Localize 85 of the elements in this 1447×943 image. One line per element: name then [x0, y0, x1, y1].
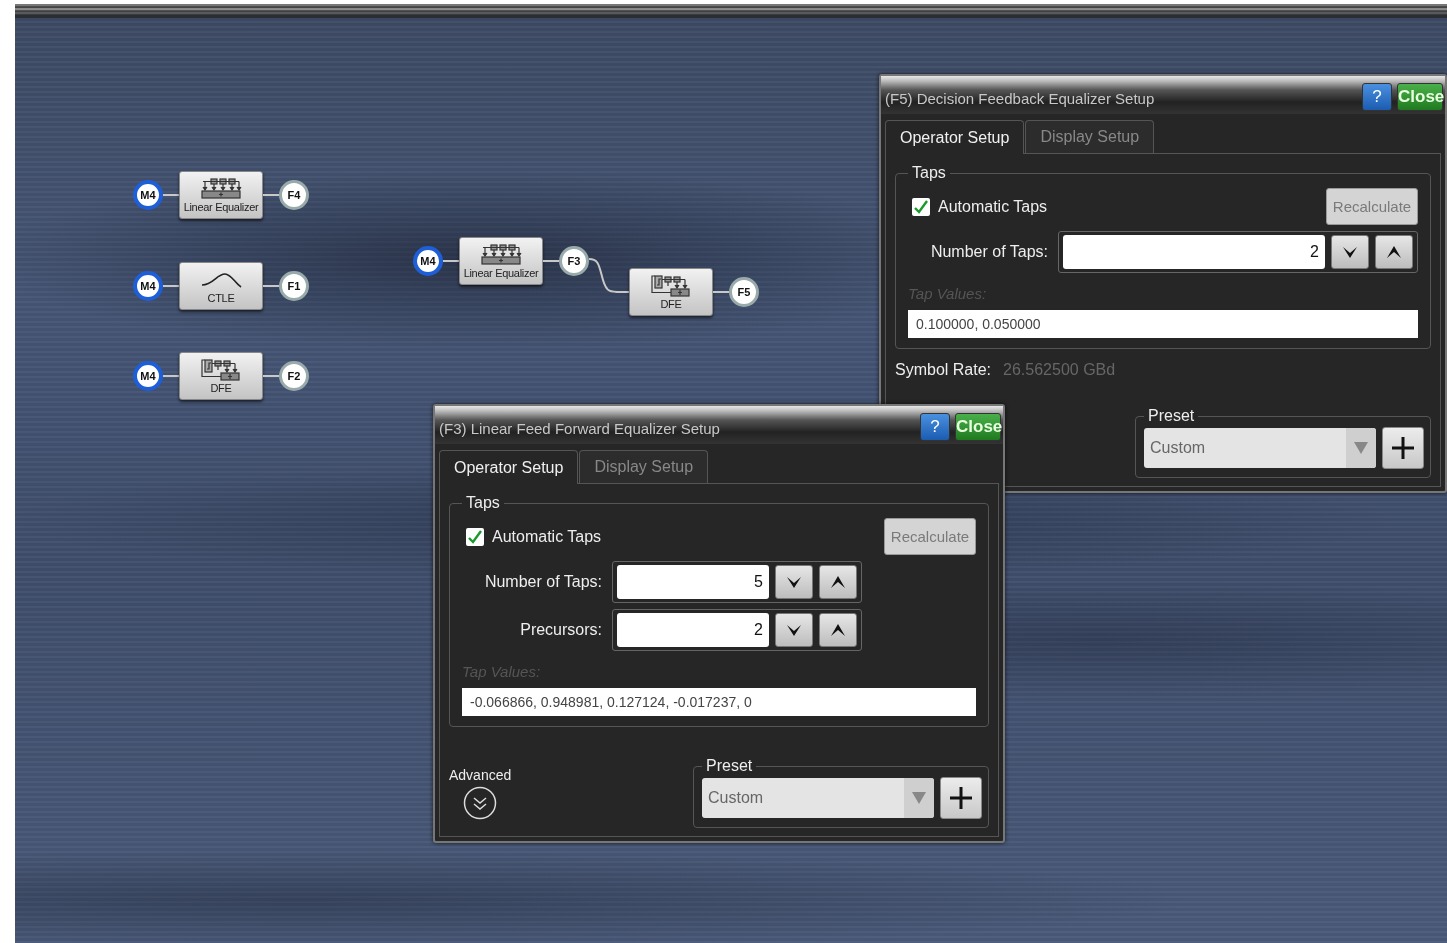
- symbol-rate-value: 26.562500 GBd: [1003, 361, 1116, 379]
- source-node[interactable]: M4: [133, 180, 163, 210]
- chevron-down-icon: [785, 574, 803, 590]
- checkbox-label: Automatic Taps: [938, 197, 1048, 216]
- decrement-button[interactable]: [1331, 235, 1369, 269]
- source-node[interactable]: M4: [133, 271, 163, 301]
- block-label: DFE: [210, 381, 232, 394]
- preset-dropdown[interactable]: Custom: [702, 778, 934, 818]
- checkbox[interactable]: [912, 197, 930, 216]
- close-button[interactable]: Close: [955, 413, 1001, 441]
- block-label: Linear Equalizer: [463, 266, 539, 279]
- output-node[interactable]: F4: [279, 180, 309, 210]
- checkbox[interactable]: [466, 527, 484, 546]
- number-spinner[interactable]: 2: [1058, 231, 1418, 273]
- group-heading: Preset: [1147, 407, 1196, 425]
- increment-button[interactable]: [819, 565, 857, 599]
- block-label: DFE: [660, 297, 682, 310]
- connector-line: [543, 257, 559, 265]
- plus-icon: [949, 786, 973, 810]
- add-button[interactable]: [940, 777, 982, 819]
- connector-line: [443, 257, 459, 265]
- connector-line: [163, 372, 179, 380]
- equalizer-block[interactable]: Linear Equalizer: [179, 171, 263, 219]
- number-field[interactable]: 2: [617, 613, 769, 647]
- chevron-down-icon: [785, 622, 803, 638]
- group-heading: Preset: [705, 757, 754, 775]
- tab[interactable]: Display Setup: [579, 450, 709, 483]
- tap-filter-icon: [199, 177, 243, 200]
- equalizer-block[interactable]: Linear Equalizer: [459, 237, 543, 285]
- increment-button[interactable]: [819, 613, 857, 647]
- help-button[interactable]: ?: [920, 413, 950, 441]
- source-node[interactable]: M4: [413, 246, 443, 276]
- expand-icon[interactable]: [463, 786, 498, 820]
- output-node[interactable]: F5: [729, 277, 759, 307]
- checkmark-icon: [468, 529, 482, 544]
- checkmark-icon: [914, 199, 928, 214]
- number-field[interactable]: 2: [1063, 235, 1325, 269]
- source-node[interactable]: M4: [133, 361, 163, 391]
- tab[interactable]: Operator Setup: [885, 120, 1025, 154]
- chevron-down-icon: [1341, 244, 1359, 260]
- number-spinner[interactable]: 2: [612, 609, 862, 651]
- connector-line: [263, 282, 279, 290]
- group-heading: Taps: [911, 164, 947, 182]
- output-node[interactable]: F2: [279, 361, 309, 391]
- tab[interactable]: Operator Setup: [439, 450, 579, 484]
- equalizer-block[interactable]: DFE: [629, 268, 713, 316]
- tap-filter-icon: [479, 243, 523, 266]
- equalizer-block[interactable]: CTLE: [179, 262, 263, 310]
- chevron-up-icon: [829, 574, 847, 590]
- connector-line: [263, 372, 279, 380]
- field-label: Symbol Rate:: [895, 361, 992, 379]
- number-spinner[interactable]: 5: [612, 561, 862, 603]
- output-node[interactable]: F1: [279, 271, 309, 301]
- dialog-title: (F3) Linear Feed Forward Equalizer Setup: [439, 418, 721, 437]
- chevron-up-icon: [829, 622, 847, 638]
- tab[interactable]: Display Setup: [1025, 120, 1155, 153]
- plus-icon: [1391, 436, 1415, 460]
- field-label: Precursors:: [519, 621, 602, 639]
- caret-down-icon: [911, 791, 927, 805]
- caret-down-icon: [1353, 441, 1369, 455]
- number-field[interactable]: 5: [617, 565, 769, 599]
- connector-line: [713, 288, 729, 296]
- decrement-button[interactable]: [775, 565, 813, 599]
- dialog-title: (F5) Decision Feedback Equalizer Setup: [885, 88, 1156, 107]
- connector-line: [263, 191, 279, 199]
- help-button[interactable]: ?: [1362, 83, 1392, 111]
- field-label: Number of Taps:: [483, 573, 602, 591]
- decrement-button[interactable]: [775, 613, 813, 647]
- add-button[interactable]: [1382, 427, 1424, 469]
- block-label: Linear Equalizer: [183, 200, 259, 213]
- field-label: Number of Taps:: [929, 243, 1048, 261]
- group-heading: Taps: [465, 494, 501, 512]
- connector-line: [163, 282, 179, 290]
- equalizer-block[interactable]: DFE: [179, 352, 263, 400]
- checkbox-label: Automatic Taps: [492, 527, 602, 546]
- connector-line: [163, 191, 179, 199]
- output-node[interactable]: F3: [559, 246, 589, 276]
- feedback-filter-icon: [649, 274, 693, 297]
- close-button[interactable]: Close: [1397, 83, 1443, 111]
- block-label: CTLE: [207, 291, 235, 304]
- increment-button[interactable]: [1375, 235, 1413, 269]
- preset-dropdown[interactable]: Custom: [1144, 428, 1376, 468]
- chevron-up-icon: [1385, 244, 1403, 260]
- feedback-filter-icon: [199, 358, 243, 381]
- advanced-label: Advanced: [449, 767, 512, 783]
